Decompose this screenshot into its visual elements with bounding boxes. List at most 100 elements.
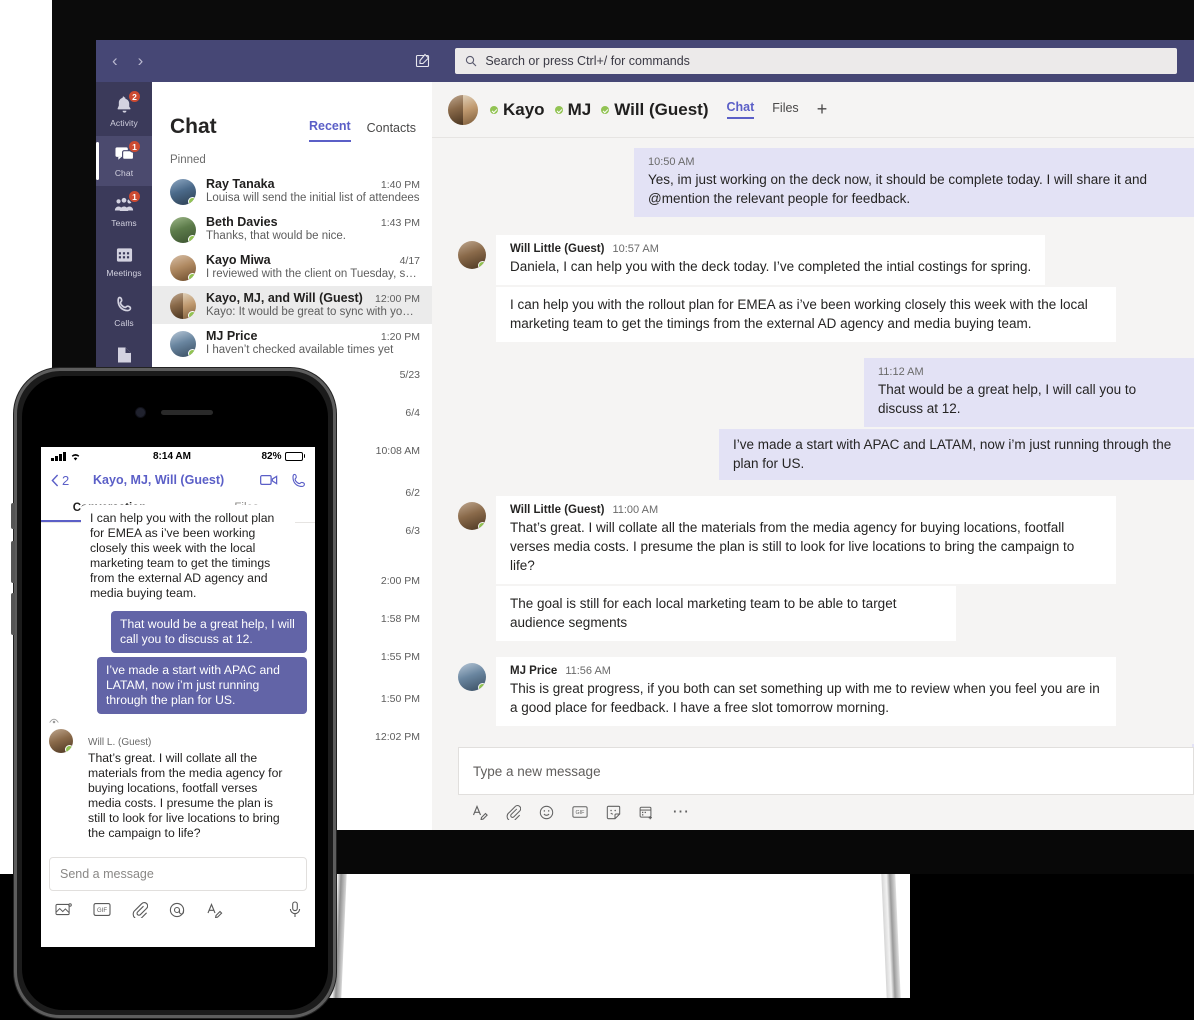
search-placeholder: Search or press Ctrl+/ for commands (485, 54, 690, 68)
avatar (458, 663, 486, 691)
message-list[interactable]: 10:50 AM Yes, im just working on the dec… (432, 138, 1194, 747)
status-time: 8:14 AM (153, 450, 191, 462)
message-time: 11:12 AM (878, 366, 924, 378)
tab-chat[interactable]: Chat (726, 100, 755, 119)
presence-available-icon (490, 105, 498, 114)
phone-message-bubble[interactable]: I can help you with the rollout plan for… (81, 505, 295, 607)
compose-area: Type a new message GIF ⋯ (432, 747, 1194, 830)
message-sender: Will Little (Guest) (510, 504, 605, 516)
list-item-time: 6/4 (405, 407, 420, 419)
mention-icon[interactable] (169, 902, 185, 918)
image-icon[interactable] (55, 902, 72, 917)
presence-available-icon (554, 105, 563, 114)
compose-placeholder: Type a new message (473, 763, 601, 779)
message-time: 10:57 AM (612, 243, 659, 255)
search-input[interactable]: Search or press Ctrl+/ for commands (455, 48, 1178, 74)
message-time: 11:00 AM (612, 504, 659, 516)
list-item[interactable]: Ray Tanaka 1:40 PM Louisa will send the … (152, 172, 432, 210)
rail-item-chat[interactable]: Chat 1 (96, 136, 152, 186)
schedule-meeting-icon[interactable] (639, 805, 654, 820)
group-avatar (170, 293, 196, 319)
phone-message-row-incoming: I can help you with the rollout plan for… (49, 505, 307, 611)
rail-label-activity: Activity (110, 117, 138, 128)
mute-switch[interactable] (11, 503, 15, 529)
message-bubble[interactable]: MJ Price 11:56 AM This is great progress,… (496, 657, 1116, 726)
message-text: That’s great. I will collate all the mat… (510, 520, 1075, 573)
phone-compose-toolbar: GIF (41, 891, 315, 918)
message-bubble[interactable]: Will Little (Guest) 11:00 AM That’s great… (496, 496, 1116, 584)
message-bubble[interactable]: I’ve made a start with APAC and LATAM, n… (719, 429, 1194, 480)
attach-icon[interactable] (132, 901, 148, 918)
rail-item-meetings[interactable]: Meetings (96, 236, 152, 286)
list-item-time: 1:58 PM (380, 613, 420, 625)
conversation-pane: Kayo MJ Will (Guest) Chat Files + 10:50 … (432, 82, 1194, 830)
volume-down-button[interactable] (11, 593, 15, 635)
phone-message-bubble[interactable]: I’ve made a start with APAC and LATAM, n… (97, 657, 307, 714)
plus-icon[interactable]: + (817, 99, 828, 120)
list-item[interactable]: MJ Price 1:20 PM I haven’t checked avail… (152, 324, 432, 362)
back-icon[interactable]: ‹ (112, 51, 118, 71)
audio-call-icon[interactable] (291, 473, 305, 487)
phone-screen: 8:14 AM 82% 2 Kayo, MJ, Will (Guest) I c… (41, 447, 315, 947)
message-row-outgoing: 11:58 Great (432, 744, 1194, 747)
more-options-icon[interactable]: ⋯ (672, 803, 690, 820)
back-button[interactable]: 2 (51, 473, 69, 488)
tab-contacts[interactable]: Contacts (367, 118, 416, 142)
participant-name: Kayo (503, 99, 545, 119)
message-row-incoming: I can help you with the rollout plan for… (432, 287, 1194, 342)
message-bubble[interactable]: I can help you with the rollout plan for… (496, 287, 1116, 342)
teams-badge: 1 (128, 190, 141, 203)
phone-message-list[interactable]: I can help you with the rollout plan for… (41, 505, 315, 851)
attach-icon[interactable] (506, 804, 521, 820)
rail-item-calls[interactable]: Calls (96, 286, 152, 336)
list-item-time: 10:08 AM (375, 445, 420, 457)
phone-message-bubble[interactable]: Will L. (Guest) That’s great. I will col… (79, 729, 293, 847)
phone-message-text: I’ve made a start with APAC and LATAM, n… (106, 663, 280, 707)
phone-message-text: I can help you with the rollout plan for… (90, 511, 275, 600)
activity-badge: 2 (128, 90, 141, 103)
search-icon (465, 55, 477, 67)
conversation-header: Kayo MJ Will (Guest) Chat Files + (432, 82, 1194, 138)
svg-text:GIF: GIF (97, 908, 107, 914)
message-text: I can help you with the rollout plan for… (510, 297, 1088, 331)
avatar (170, 179, 196, 205)
phone-message-bubble[interactable]: That would be a great help, I will call … (111, 611, 307, 653)
list-item-name: Ray Tanaka (206, 177, 275, 191)
message-bubble[interactable]: Will Little (Guest) 10:57 AM Daniela, I c… (496, 235, 1046, 285)
rail-item-teams[interactable]: Teams 1 (96, 186, 152, 236)
message-bubble[interactable]: 11:12 AM That would be a great help, I w… (864, 358, 1194, 427)
battery-icon (284, 451, 305, 461)
list-item[interactable]: Kayo Miwa 4/17 I reviewed with the clien… (152, 248, 432, 286)
message-input[interactable]: Type a new message (458, 747, 1194, 795)
phone-message-sender: Will L. (Guest) (88, 737, 152, 748)
sticker-icon[interactable] (606, 805, 621, 820)
phone-message-text: That’s great. I will collate all the mat… (88, 751, 283, 840)
title-bar: ‹ › Search or press Ctrl+/ for commands (96, 40, 1194, 82)
microphone-icon[interactable] (289, 901, 301, 918)
message-bubble[interactable]: The goal is still for each local marketi… (496, 586, 956, 641)
emoji-icon[interactable] (539, 805, 554, 820)
format-text-icon[interactable] (206, 902, 223, 918)
phone-message-input[interactable]: Send a message (49, 857, 307, 891)
list-item-time: 6/2 (405, 487, 420, 499)
calendar-icon (114, 245, 134, 265)
rail-item-activity[interactable]: Activity 2 (96, 86, 152, 136)
video-call-icon[interactable] (260, 474, 279, 486)
format-text-icon[interactable] (472, 804, 488, 820)
message-bubble[interactable]: 10:50 AM Yes, im just working on the dec… (634, 148, 1194, 217)
forward-icon[interactable]: › (138, 51, 144, 71)
tab-recent[interactable]: Recent (308, 116, 351, 142)
cellular-icon (51, 451, 66, 461)
gif-icon[interactable]: GIF (93, 902, 111, 917)
rail-label-calls: Calls (114, 317, 134, 328)
list-item[interactable]: Beth Davies 1:43 PM Thanks, that would b… (152, 210, 432, 248)
volume-up-button[interactable] (11, 541, 15, 583)
list-item-time: 4/17 (399, 255, 420, 267)
phone-nav-bar: 2 Kayo, MJ, Will (Guest) (41, 465, 315, 495)
list-item-selected[interactable]: Kayo, MJ, and Will (Guest) 12:00 PM Kayo… (152, 286, 432, 324)
avatar-placeholder (458, 592, 486, 620)
tab-files[interactable]: Files (772, 101, 798, 118)
new-chat-icon[interactable] (415, 53, 431, 69)
gif-icon[interactable]: GIF (572, 805, 588, 819)
